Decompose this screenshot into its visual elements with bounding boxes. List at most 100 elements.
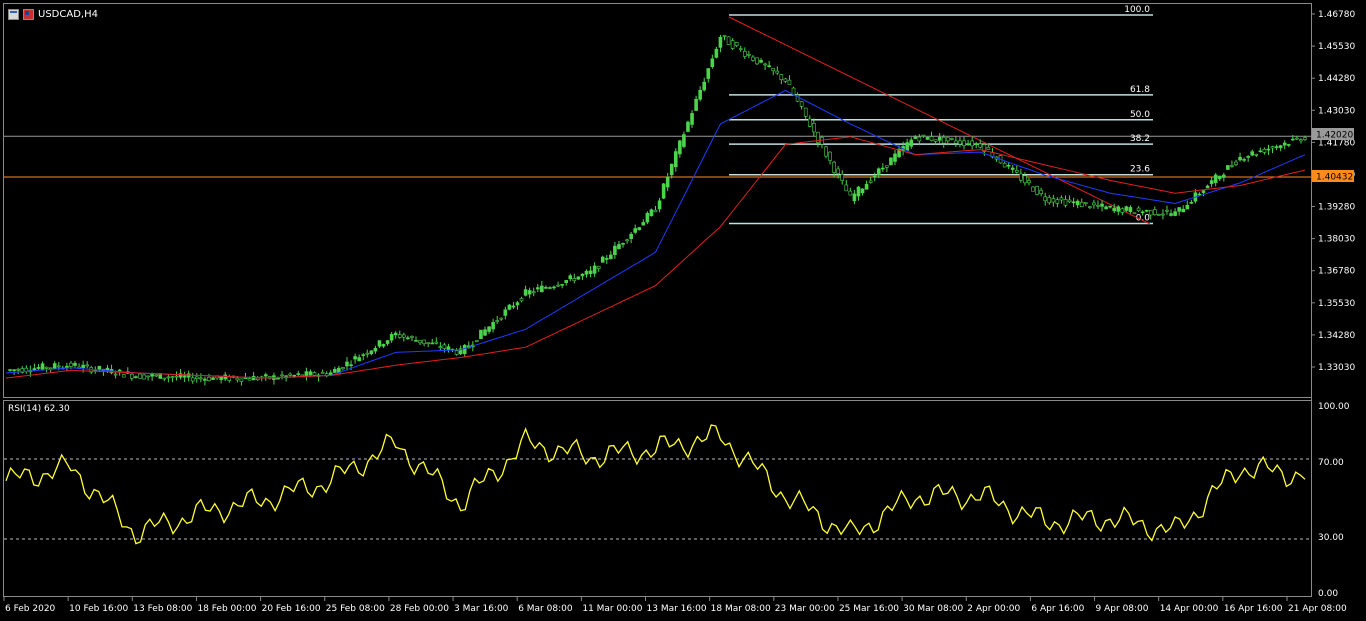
candle-body xyxy=(1250,151,1255,156)
candle-body xyxy=(889,157,893,166)
candle-body xyxy=(941,136,946,144)
candle-body xyxy=(190,377,195,382)
candle-body xyxy=(637,227,642,231)
candle-body xyxy=(759,60,763,63)
candle-body xyxy=(154,374,158,377)
candle-body xyxy=(556,284,560,287)
candle-body xyxy=(564,280,568,283)
candle-body xyxy=(832,161,836,173)
fib-level-label: 50.0 xyxy=(1130,110,1150,120)
candle-body xyxy=(1088,206,1092,209)
candle-body xyxy=(328,372,333,375)
candle-body xyxy=(751,56,755,61)
candle-body xyxy=(308,371,313,376)
candle-body xyxy=(621,243,625,245)
candle-body xyxy=(1303,137,1307,140)
candle-body xyxy=(1153,209,1157,216)
candle-body xyxy=(905,142,909,151)
time-tick-label: 20 Feb 16:00 xyxy=(262,604,321,614)
rsi-panel-border xyxy=(3,400,1312,597)
current-price-label: 1.42020 xyxy=(1316,131,1353,141)
candle-body xyxy=(763,63,767,66)
candle-body xyxy=(1067,199,1072,203)
price-tick-label: 1.33030 xyxy=(1318,363,1355,373)
candle-body xyxy=(357,357,361,362)
candle-body xyxy=(462,344,467,354)
candle-body xyxy=(848,190,853,196)
candle-body xyxy=(966,143,970,146)
price-tick-label: 1.43030 xyxy=(1318,106,1355,116)
candle-body xyxy=(426,342,430,344)
chart-header: USDCAD,H4 xyxy=(8,7,98,21)
candle-body xyxy=(85,364,89,367)
main-panel-border xyxy=(3,3,1312,398)
candle-body xyxy=(1181,208,1186,213)
candle-body xyxy=(824,146,828,157)
candle-body xyxy=(779,74,784,80)
candle-body xyxy=(844,184,849,192)
candle-body xyxy=(73,362,77,366)
candle-body xyxy=(320,371,325,374)
candle-body xyxy=(1291,138,1295,141)
candle-body xyxy=(970,140,974,147)
candle-body xyxy=(661,183,666,199)
candle-body xyxy=(16,368,20,371)
candle-body xyxy=(385,340,390,344)
time-axis: 6 Feb 2020 10 Feb 16:00 13 Feb 08:00 18 Feb… xyxy=(3,597,1347,614)
time-tick-label: 18 Feb 00:00 xyxy=(197,604,256,614)
candle-body xyxy=(1185,204,1190,210)
candle-body xyxy=(580,273,585,277)
candle-body xyxy=(726,36,731,45)
time-tick-label: 2 Apr 00:00 xyxy=(967,604,1020,614)
candle-body xyxy=(978,143,983,148)
candle-body xyxy=(312,372,317,376)
candle-body xyxy=(1278,145,1283,149)
time-tick-label: 25 Mar 16:00 xyxy=(839,604,899,614)
candle-body xyxy=(954,140,958,144)
fibonacci-retracement[interactable]: 100.061.850.038.223.60.0 xyxy=(729,5,1153,225)
candle-body xyxy=(714,48,719,58)
candle-body xyxy=(1161,213,1165,216)
candle-body xyxy=(678,140,682,155)
candle-body xyxy=(438,346,443,348)
candle-body xyxy=(1274,146,1279,148)
candle-body xyxy=(767,65,771,68)
time-tick-label: 6 Apr 16:00 xyxy=(1031,604,1084,614)
candle-body xyxy=(799,101,804,107)
candle-body xyxy=(1165,209,1169,212)
candle-body xyxy=(958,140,962,145)
candle-body xyxy=(807,118,812,127)
rsi-label: RSI(14) 62.30 xyxy=(8,404,70,414)
candle-body xyxy=(150,373,154,377)
candle-body xyxy=(629,233,633,239)
candle-body xyxy=(803,107,808,117)
time-tick-label: 6 Mar 08:00 xyxy=(518,604,573,614)
candle-body xyxy=(617,244,621,250)
candle-body xyxy=(950,138,954,140)
candle-body xyxy=(1043,196,1047,202)
candle-body xyxy=(673,151,678,168)
candle-body xyxy=(913,136,918,139)
candle-body xyxy=(856,186,861,197)
candle-body xyxy=(523,289,528,296)
time-tick-label: 30 Mar 08:00 xyxy=(903,604,963,614)
candle-body xyxy=(1063,199,1068,206)
candle-body xyxy=(1238,156,1242,161)
candle-body xyxy=(1201,190,1206,193)
candle-body xyxy=(1120,208,1125,213)
candle-body xyxy=(1213,174,1218,183)
candle-body xyxy=(645,212,650,223)
candle-body xyxy=(170,376,175,378)
time-tick-label: 18 Mar 08:00 xyxy=(711,604,771,614)
candle-body xyxy=(572,278,577,281)
chart-window-icon[interactable] xyxy=(8,8,19,20)
candle-body xyxy=(986,146,991,150)
candle-body xyxy=(1299,139,1303,142)
candle-body xyxy=(1027,180,1031,184)
candle-body xyxy=(251,375,256,381)
flag-icon[interactable] xyxy=(23,8,34,20)
candle-body xyxy=(527,290,532,295)
candle-body xyxy=(1226,165,1230,170)
fib-level-label: 38.2 xyxy=(1130,134,1150,144)
candle-body xyxy=(365,352,370,355)
